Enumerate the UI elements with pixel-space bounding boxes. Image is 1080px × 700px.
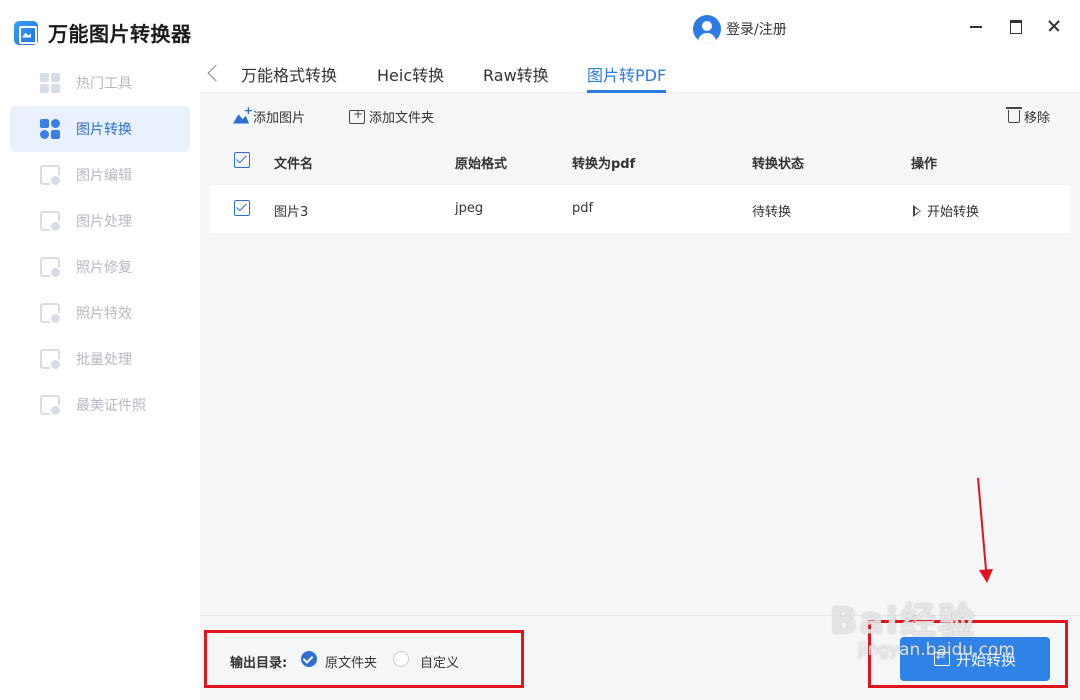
annotation-arrow [977,477,993,583]
